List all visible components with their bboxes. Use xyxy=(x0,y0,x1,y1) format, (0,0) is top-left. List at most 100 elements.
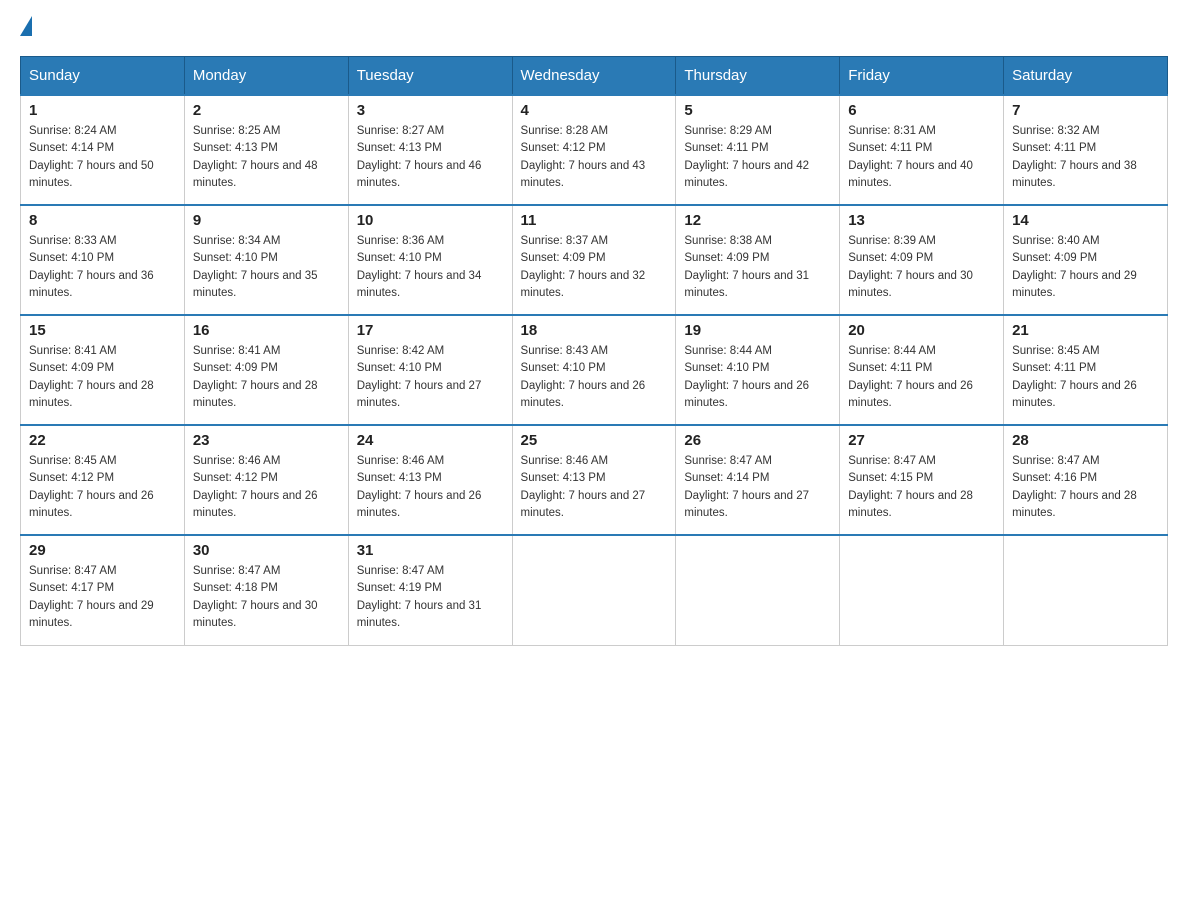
calendar-cell: 8 Sunrise: 8:33 AMSunset: 4:10 PMDaylight… xyxy=(21,205,185,315)
day-info: Sunrise: 8:41 AMSunset: 4:09 PMDaylight:… xyxy=(29,343,176,412)
day-number: 5 xyxy=(684,102,831,119)
day-number: 18 xyxy=(521,322,668,339)
calendar-cell: 23Sunrise: 8:46 AMSunset: 4:12 PMDayligh… xyxy=(184,425,348,535)
day-number: 26 xyxy=(684,432,831,449)
day-info: Sunrise: 8:45 AMSunset: 4:12 PMDaylight:… xyxy=(29,453,176,522)
calendar-cell: 5 Sunrise: 8:29 AMSunset: 4:11 PMDaylight… xyxy=(676,95,840,205)
calendar-cell: 14 Sunrise: 8:40 AMSunset: 4:09 PMDayligh… xyxy=(1004,205,1168,315)
weekday-header-sunday: Sunday xyxy=(21,57,185,96)
calendar-cell: 6 Sunrise: 8:31 AMSunset: 4:11 PMDaylight… xyxy=(840,95,1004,205)
day-number: 22 xyxy=(29,432,176,449)
day-number: 20 xyxy=(848,322,995,339)
calendar-cell: 20 Sunrise: 8:44 AMSunset: 4:11 PMDayligh… xyxy=(840,315,1004,425)
day-info: Sunrise: 8:44 AMSunset: 4:10 PMDaylight:… xyxy=(684,343,831,412)
calendar-cell: 19 Sunrise: 8:44 AMSunset: 4:10 PMDayligh… xyxy=(676,315,840,425)
calendar-cell: 25Sunrise: 8:46 AMSunset: 4:13 PMDayligh… xyxy=(512,425,676,535)
calendar-cell: 2 Sunrise: 8:25 AMSunset: 4:13 PMDaylight… xyxy=(184,95,348,205)
calendar-cell: 30 Sunrise: 8:47 AMSunset: 4:18 PMDayligh… xyxy=(184,535,348,645)
logo-triangle-icon xyxy=(20,16,32,36)
logo xyxy=(20,20,32,36)
page-header xyxy=(20,20,1168,36)
calendar-cell: 12 Sunrise: 8:38 AMSunset: 4:09 PMDayligh… xyxy=(676,205,840,315)
day-number: 23 xyxy=(193,432,340,449)
day-info: Sunrise: 8:47 AMSunset: 4:18 PMDaylight:… xyxy=(193,563,340,632)
day-number: 12 xyxy=(684,212,831,229)
day-number: 9 xyxy=(193,212,340,229)
day-number: 19 xyxy=(684,322,831,339)
weekday-header-monday: Monday xyxy=(184,57,348,96)
day-number: 15 xyxy=(29,322,176,339)
day-info: Sunrise: 8:46 AMSunset: 4:13 PMDaylight:… xyxy=(521,453,668,522)
day-number: 1 xyxy=(29,102,176,119)
day-info: Sunrise: 8:38 AMSunset: 4:09 PMDaylight:… xyxy=(684,233,831,302)
day-number: 28 xyxy=(1012,432,1159,449)
weekday-header-thursday: Thursday xyxy=(676,57,840,96)
day-info: Sunrise: 8:36 AMSunset: 4:10 PMDaylight:… xyxy=(357,233,504,302)
weekday-header-wednesday: Wednesday xyxy=(512,57,676,96)
day-info: Sunrise: 8:31 AMSunset: 4:11 PMDaylight:… xyxy=(848,123,995,192)
calendar-cell: 15 Sunrise: 8:41 AMSunset: 4:09 PMDayligh… xyxy=(21,315,185,425)
day-info: Sunrise: 8:28 AMSunset: 4:12 PMDaylight:… xyxy=(521,123,668,192)
calendar-cell: 21 Sunrise: 8:45 AMSunset: 4:11 PMDayligh… xyxy=(1004,315,1168,425)
calendar-cell: 24 Sunrise: 8:46 AMSunset: 4:13 PMDayligh… xyxy=(348,425,512,535)
day-number: 24 xyxy=(357,432,504,449)
calendar-cell: 18 Sunrise: 8:43 AMSunset: 4:10 PMDayligh… xyxy=(512,315,676,425)
calendar-cell: 10 Sunrise: 8:36 AMSunset: 4:10 PMDayligh… xyxy=(348,205,512,315)
calendar-cell xyxy=(840,535,1004,645)
week-row-4: 22 Sunrise: 8:45 AMSunset: 4:12 PMDayligh… xyxy=(21,425,1168,535)
calendar-cell: 22 Sunrise: 8:45 AMSunset: 4:12 PMDayligh… xyxy=(21,425,185,535)
week-row-1: 1 Sunrise: 8:24 AMSunset: 4:14 PMDaylight… xyxy=(21,95,1168,205)
week-row-3: 15 Sunrise: 8:41 AMSunset: 4:09 PMDayligh… xyxy=(21,315,1168,425)
day-number: 7 xyxy=(1012,102,1159,119)
calendar-cell: 16 Sunrise: 8:41 AMSunset: 4:09 PMDayligh… xyxy=(184,315,348,425)
calendar-cell: 13 Sunrise: 8:39 AMSunset: 4:09 PMDayligh… xyxy=(840,205,1004,315)
day-info: Sunrise: 8:47 AMSunset: 4:17 PMDaylight:… xyxy=(29,563,176,632)
day-number: 16 xyxy=(193,322,340,339)
day-info: Sunrise: 8:42 AMSunset: 4:10 PMDaylight:… xyxy=(357,343,504,412)
day-info: Sunrise: 8:40 AMSunset: 4:09 PMDaylight:… xyxy=(1012,233,1159,302)
day-info: Sunrise: 8:43 AMSunset: 4:10 PMDaylight:… xyxy=(521,343,668,412)
day-number: 3 xyxy=(357,102,504,119)
week-row-5: 29 Sunrise: 8:47 AMSunset: 4:17 PMDayligh… xyxy=(21,535,1168,645)
day-info: Sunrise: 8:47 AMSunset: 4:14 PMDaylight:… xyxy=(684,453,831,522)
calendar-cell xyxy=(1004,535,1168,645)
calendar-cell: 7Sunrise: 8:32 AMSunset: 4:11 PMDaylight… xyxy=(1004,95,1168,205)
weekday-header-saturday: Saturday xyxy=(1004,57,1168,96)
day-info: Sunrise: 8:44 AMSunset: 4:11 PMDaylight:… xyxy=(848,343,995,412)
calendar-cell xyxy=(512,535,676,645)
day-info: Sunrise: 8:29 AMSunset: 4:11 PMDaylight:… xyxy=(684,123,831,192)
calendar-cell: 17 Sunrise: 8:42 AMSunset: 4:10 PMDayligh… xyxy=(348,315,512,425)
day-number: 10 xyxy=(357,212,504,229)
calendar-cell: 4 Sunrise: 8:28 AMSunset: 4:12 PMDaylight… xyxy=(512,95,676,205)
day-number: 6 xyxy=(848,102,995,119)
day-number: 2 xyxy=(193,102,340,119)
week-row-2: 8 Sunrise: 8:33 AMSunset: 4:10 PMDaylight… xyxy=(21,205,1168,315)
day-info: Sunrise: 8:25 AMSunset: 4:13 PMDaylight:… xyxy=(193,123,340,192)
day-number: 4 xyxy=(521,102,668,119)
day-info: Sunrise: 8:45 AMSunset: 4:11 PMDaylight:… xyxy=(1012,343,1159,412)
day-number: 31 xyxy=(357,542,504,559)
day-info: Sunrise: 8:47 AMSunset: 4:15 PMDaylight:… xyxy=(848,453,995,522)
calendar-cell: 27 Sunrise: 8:47 AMSunset: 4:15 PMDayligh… xyxy=(840,425,1004,535)
calendar-cell: 1 Sunrise: 8:24 AMSunset: 4:14 PMDaylight… xyxy=(21,95,185,205)
day-info: Sunrise: 8:27 AMSunset: 4:13 PMDaylight:… xyxy=(357,123,504,192)
day-number: 29 xyxy=(29,542,176,559)
day-number: 30 xyxy=(193,542,340,559)
day-number: 21 xyxy=(1012,322,1159,339)
day-number: 13 xyxy=(848,212,995,229)
weekday-header-friday: Friday xyxy=(840,57,1004,96)
day-info: Sunrise: 8:33 AMSunset: 4:10 PMDaylight:… xyxy=(29,233,176,302)
day-info: Sunrise: 8:24 AMSunset: 4:14 PMDaylight:… xyxy=(29,123,176,192)
calendar-table: SundayMondayTuesdayWednesdayThursdayFrid… xyxy=(20,56,1168,646)
calendar-cell xyxy=(676,535,840,645)
day-number: 14 xyxy=(1012,212,1159,229)
day-info: Sunrise: 8:34 AMSunset: 4:10 PMDaylight:… xyxy=(193,233,340,302)
day-info: Sunrise: 8:41 AMSunset: 4:09 PMDaylight:… xyxy=(193,343,340,412)
day-info: Sunrise: 8:39 AMSunset: 4:09 PMDaylight:… xyxy=(848,233,995,302)
day-number: 27 xyxy=(848,432,995,449)
day-number: 17 xyxy=(357,322,504,339)
day-number: 8 xyxy=(29,212,176,229)
calendar-cell: 26 Sunrise: 8:47 AMSunset: 4:14 PMDayligh… xyxy=(676,425,840,535)
weekday-header-tuesday: Tuesday xyxy=(348,57,512,96)
day-info: Sunrise: 8:46 AMSunset: 4:13 PMDaylight:… xyxy=(357,453,504,522)
